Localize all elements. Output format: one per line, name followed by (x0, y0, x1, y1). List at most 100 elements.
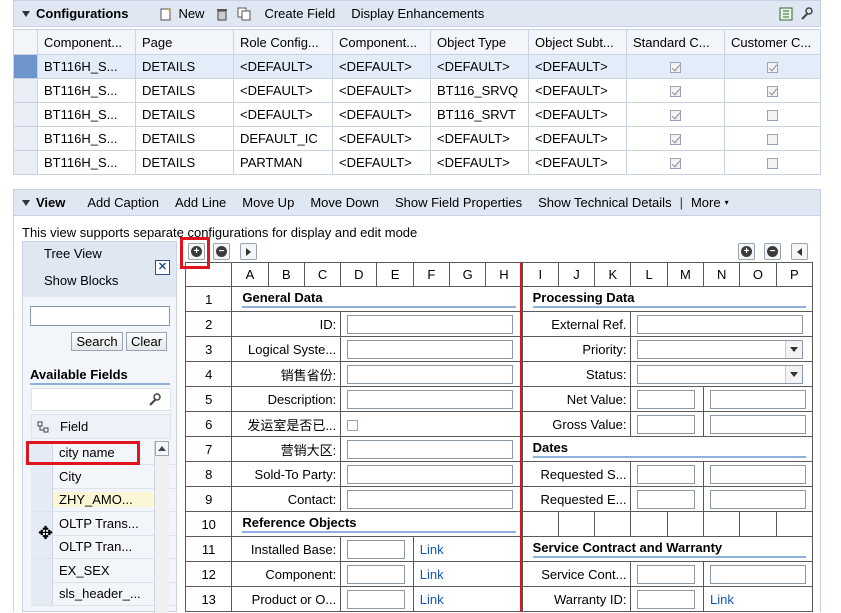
field-input-cell[interactable] (703, 561, 813, 587)
field-label[interactable]: Logical Syste... (231, 336, 342, 362)
show-technical-details-button[interactable]: Show Technical Details (530, 195, 679, 210)
field-label[interactable]: Component: (231, 561, 342, 587)
field-label[interactable]: Priority: (521, 336, 632, 362)
field-input[interactable] (710, 464, 807, 484)
grid-row-number[interactable]: 5 (184, 386, 233, 412)
field-input-cell[interactable] (340, 561, 414, 587)
field-input[interactable] (710, 489, 807, 509)
field-input-cell[interactable] (340, 461, 523, 487)
fields-scrollbar[interactable] (154, 441, 169, 613)
field-input[interactable] (347, 314, 514, 334)
grid-row-number[interactable]: 2 (184, 311, 233, 337)
empty-grid-cell[interactable] (739, 511, 777, 537)
hierarchy-icon[interactable] (32, 419, 54, 435)
field-row-selector[interactable] (31, 558, 53, 582)
more-menu-button[interactable]: More ▾ (683, 195, 737, 210)
row-selector[interactable] (13, 126, 38, 151)
field-input[interactable] (347, 389, 514, 409)
field-label[interactable]: Requested S... (521, 461, 632, 487)
field-input-cell[interactable] (340, 311, 523, 337)
row-selector[interactable] (13, 102, 38, 127)
field-input-cell[interactable] (340, 436, 523, 462)
add-column-right-button[interactable]: + (738, 243, 755, 260)
row-selector[interactable] (13, 54, 38, 79)
field-label[interactable]: 营销大区: (231, 436, 342, 462)
empty-grid-cell[interactable] (630, 511, 668, 537)
tree-view-link[interactable]: Tree View (44, 246, 102, 261)
grid-column-header[interactable]: O (739, 262, 777, 287)
column-header[interactable]: Component... (332, 29, 431, 55)
field-input[interactable] (710, 389, 807, 409)
grid-column-header[interactable]: E (376, 262, 414, 287)
field-label[interactable]: Installed Base: (231, 536, 342, 562)
field-input[interactable] (347, 539, 406, 559)
field-input[interactable] (637, 564, 696, 584)
view-toggle[interactable]: View (14, 195, 65, 210)
grid-column-header[interactable]: A (231, 262, 269, 287)
select-all-header[interactable] (13, 29, 38, 55)
field-input-cell[interactable] (703, 486, 813, 512)
export-icon[interactable] (778, 6, 794, 22)
grid-row-number[interactable]: 11 (184, 536, 233, 562)
close-sidebar-button[interactable]: ✕ (155, 260, 170, 275)
grid-row-number[interactable]: 4 (184, 361, 233, 387)
grid-column-header[interactable]: D (340, 262, 378, 287)
field-label[interactable]: Requested E... (521, 486, 632, 512)
row-selector[interactable] (13, 78, 38, 103)
field-input[interactable] (347, 439, 514, 459)
empty-grid-cell[interactable] (594, 511, 632, 537)
field-input[interactable] (637, 314, 804, 334)
field-input[interactable] (347, 564, 406, 584)
settings-wrench-icon[interactable] (798, 6, 814, 22)
field-input-cell[interactable] (340, 411, 523, 437)
config-row[interactable]: BT116H_S... DETAILS <DEFAULT> <DEFAULT> BT11… (13, 78, 821, 103)
field-input-cell[interactable] (703, 411, 813, 437)
column-header[interactable]: Customer C... (724, 29, 821, 55)
grid-column-header[interactable]: H (485, 262, 523, 287)
empty-grid-cell[interactable] (775, 511, 814, 537)
grid-column-header[interactable]: B (267, 262, 305, 287)
copy-button[interactable] (232, 6, 254, 22)
section-caption[interactable]: Dates (521, 436, 814, 462)
show-blocks-link[interactable]: Show Blocks (44, 273, 118, 288)
config-row[interactable]: BT116H_S... DETAILS DEFAULT_IC <DEFAULT> <DE… (13, 126, 821, 151)
field-link[interactable]: Link (710, 592, 734, 607)
remove-column-left-button[interactable]: − (213, 243, 230, 260)
move-up-button[interactable]: Move Up (234, 195, 302, 210)
delete-button[interactable] (212, 6, 232, 22)
grid-row-number[interactable]: 10 (184, 511, 233, 537)
field-input-cell[interactable] (630, 386, 705, 412)
section-caption[interactable]: General Data (231, 286, 523, 312)
grid-column-header[interactable]: F (412, 262, 451, 287)
grid-row-number[interactable]: 13 (184, 586, 233, 612)
field-input[interactable] (637, 464, 696, 484)
field-label[interactable]: Description: (231, 386, 342, 412)
field-input-cell[interactable] (630, 336, 813, 362)
field-input-cell[interactable] (630, 561, 705, 587)
dropdown-field[interactable] (637, 339, 804, 359)
field-checkbox[interactable] (347, 419, 359, 431)
collapse-left-button[interactable] (791, 243, 808, 260)
empty-grid-cell[interactable] (557, 511, 596, 537)
grid-row-number[interactable]: 1 (184, 286, 233, 312)
field-input[interactable] (710, 564, 807, 584)
grid-column-header[interactable]: M (666, 262, 705, 287)
empty-grid-cell[interactable] (703, 511, 741, 537)
display-enhancements-button[interactable]: Display Enhancements (343, 6, 492, 21)
field-row-selector[interactable] (31, 441, 53, 464)
config-row[interactable]: BT116H_S... DETAILS PARTMAN <DEFAULT> <DEFAU… (13, 150, 821, 175)
field-label[interactable]: Contact: (231, 486, 342, 512)
field-label[interactable]: Product or O... (231, 586, 342, 612)
field-input-cell[interactable] (630, 311, 813, 337)
field-input-cell[interactable] (340, 386, 523, 412)
column-header[interactable]: Role Config... (233, 29, 333, 55)
grid-row-number[interactable]: 12 (184, 561, 233, 587)
field-column-header[interactable]: Field (54, 419, 88, 434)
grid-column-header[interactable]: P (775, 262, 814, 287)
field-input[interactable] (637, 589, 696, 609)
grid-column-header[interactable]: G (449, 262, 487, 287)
search-button[interactable]: Search (71, 332, 123, 351)
remove-column-right-button[interactable]: − (764, 243, 781, 260)
grid-column-header[interactable]: J (557, 262, 596, 287)
scroll-up-arrow[interactable] (155, 441, 169, 456)
